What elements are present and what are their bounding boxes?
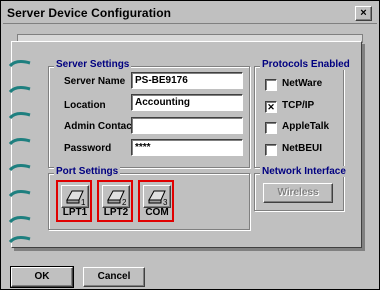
printer-port-icon: 2	[107, 190, 127, 207]
appletalk-checkbox[interactable]	[265, 122, 277, 134]
network-interface-group: Network Interface Wireless	[254, 166, 348, 211]
wireless-button[interactable]: Wireless	[263, 183, 333, 203]
location-field[interactable]: Accounting	[131, 94, 243, 111]
ok-button[interactable]: OK	[10, 266, 74, 288]
admin-contact-field[interactable]	[131, 117, 243, 134]
spiral-ring-icon	[8, 85, 32, 95]
protocols-group: Protocols Enabled NetWare ✕ TCP/IP Apple…	[254, 59, 352, 168]
port-lpt1-label: LPT1	[62, 207, 88, 218]
server-name-field[interactable]: PS-BE9176	[131, 72, 243, 89]
svg-text:1: 1	[81, 198, 86, 207]
spiral-ring-icon	[8, 235, 32, 245]
window-title: Server Device Configuration	[7, 6, 172, 20]
server-name-label: Server Name	[64, 76, 126, 87]
notebook-panel: Server Settings Server Name PS-BE9176 Lo…	[8, 41, 362, 248]
netware-checkbox[interactable]	[265, 79, 277, 91]
port-com-button[interactable]: 3	[143, 185, 171, 208]
network-interface-title: Network Interface	[260, 166, 348, 177]
port-lpt1-button[interactable]: 1	[61, 185, 89, 208]
netbeui-checkbox[interactable]	[265, 144, 277, 156]
title-bar: Server Device Configuration ×	[3, 3, 377, 24]
netbeui-label: NetBEUI	[282, 143, 323, 154]
port-lpt2-label: LPT2	[103, 207, 129, 218]
spiral-ring-icon	[8, 215, 32, 225]
protocols-title: Protocols Enabled	[260, 59, 352, 70]
port-lpt2-button[interactable]: 2	[102, 185, 130, 208]
printer-port-icon: 1	[66, 190, 86, 207]
printer-port-icon: 3	[148, 190, 168, 207]
spiral-ring-icon	[8, 163, 32, 173]
close-button[interactable]: ×	[355, 6, 372, 21]
password-label: Password	[64, 143, 112, 154]
port-lpt1-highlight: 1 LPT1	[56, 180, 92, 222]
tcpip-label: TCP/IP	[282, 100, 315, 111]
location-label: Location	[64, 100, 106, 111]
server-settings-title: Server Settings	[54, 59, 132, 70]
spiral-ring-icon	[8, 111, 32, 121]
netware-label: NetWare	[282, 78, 323, 89]
admin-contact-label: Admin Contact	[64, 121, 136, 132]
port-lpt2-highlight: 2 LPT2	[97, 180, 133, 222]
spiral-ring-icon	[8, 59, 32, 69]
cancel-button[interactable]: Cancel	[83, 267, 145, 287]
port-settings-group: Port Settings 1 LPT1 2 LPT2 3 COM	[48, 166, 250, 230]
tcpip-checkbox[interactable]: ✕	[265, 101, 277, 113]
server-settings-group: Server Settings Server Name PS-BE9176 Lo…	[48, 59, 250, 168]
spiral-ring-icon	[8, 189, 32, 199]
port-com-highlight: 3 COM	[138, 180, 174, 222]
port-settings-title: Port Settings	[54, 166, 121, 177]
appletalk-label: AppleTalk	[282, 121, 330, 132]
svg-text:2: 2	[122, 198, 127, 207]
password-field[interactable]: ****	[131, 139, 243, 156]
config-window: Server Device Configuration × Server Set…	[0, 0, 380, 290]
port-com-label: COM	[145, 207, 169, 218]
svg-text:3: 3	[163, 198, 168, 207]
spiral-ring-icon	[8, 137, 32, 147]
